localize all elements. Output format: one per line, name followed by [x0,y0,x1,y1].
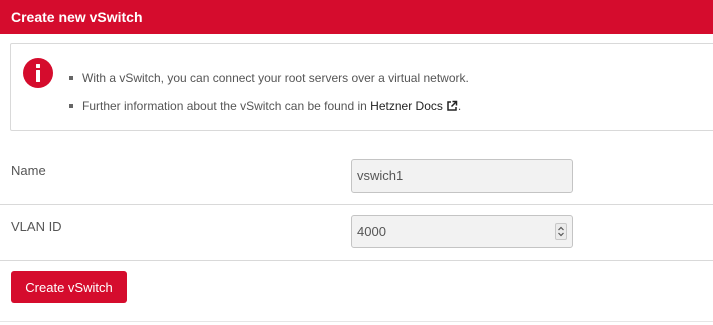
info-text-line2-suffix: . [457,99,462,113]
info-text-line1: With a vSwitch, you can connect your roo… [82,71,469,85]
info-text-line2-prefix: Further information about the vSwitch ca… [82,99,371,113]
create-vswitch-button[interactable]: Create vSwitch [11,271,127,303]
bottom-divider [0,321,713,322]
spinner-arrows-icon[interactable] [555,223,567,240]
external-link-icon [446,98,458,118]
vlan-id-row: VLAN ID 4000 [0,205,713,261]
info-item-docs: Further information about the vSwitch ca… [69,96,469,116]
panel-title: Create new vSwitch [0,0,713,34]
name-label: Name [11,163,46,178]
info-list: With a vSwitch, you can connect your roo… [69,68,469,124]
info-item-vswitch-description: With a vSwitch, you can connect your roo… [69,68,469,88]
hetzner-docs-link[interactable]: Hetzner Docs [370,99,458,113]
vlan-id-value: 4000 [357,224,386,239]
vlan-id-label: VLAN ID [11,219,62,234]
name-input[interactable]: vswich1 [351,159,573,193]
info-box: With a vSwitch, you can connect your roo… [10,43,713,131]
name-row: Name vswich1 [0,148,713,205]
vlan-id-input[interactable]: 4000 [351,215,573,248]
hetzner-docs-link-label: Hetzner Docs [370,99,443,113]
create-vswitch-panel: Create new vSwitch With a vSwitch, you c… [0,0,713,325]
exclamation-icon [23,58,53,88]
